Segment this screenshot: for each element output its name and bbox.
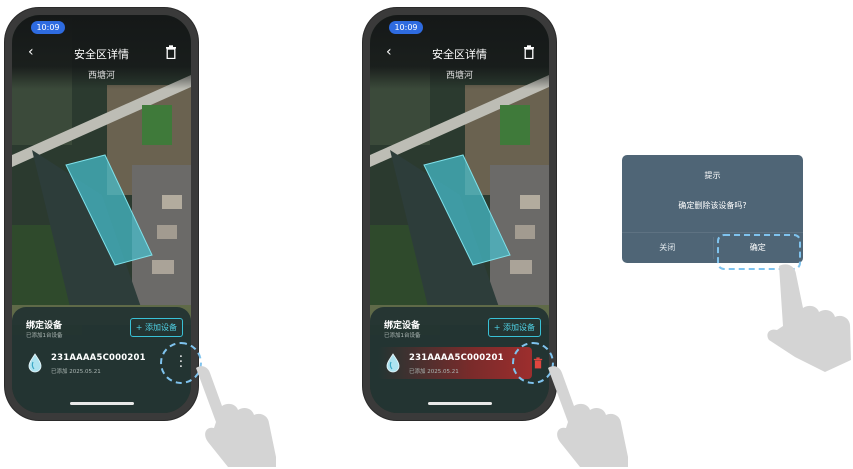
device-drop-icon [28, 353, 42, 373]
page-subtitle: 西塘河 [445, 71, 473, 81]
device-added-date: 已添加 2025.05.21 [409, 369, 459, 375]
status-time: 10:09 [31, 21, 65, 34]
devices-count: 已添加1台设备 [384, 333, 421, 339]
top-bar: 10:09 ‹ 安全区详情 西塘河 [370, 15, 549, 89]
home-indicator [427, 402, 492, 405]
dialog-cancel-button[interactable]: 关闭 [622, 233, 713, 263]
device-id: 231AAAA5C000201 [409, 353, 504, 363]
devices-title: 绑定设备 [26, 321, 63, 331]
trash-icon[interactable] [523, 45, 535, 59]
dialog-message: 确定删除该设备吗? [678, 201, 747, 210]
dialog-title: 提示 [704, 171, 721, 180]
device-added-date: 已添加 2025.05.21 [51, 369, 101, 375]
device-id: 231AAAA5C000201 [51, 353, 146, 363]
pointing-hand-icon [767, 264, 851, 372]
pointing-hand-icon [548, 366, 628, 467]
pointing-hand-icon [196, 366, 276, 467]
device-item[interactable]: 231AAAA5C000201 已添加 2025.05.21 [20, 347, 174, 379]
devices-count: 已添加1台设备 [26, 333, 63, 339]
top-bar: 10:09 ‹ 安全区详情 西塘河 [12, 15, 191, 89]
device-drop-icon [386, 353, 400, 373]
add-device-button[interactable]: + 添加设备 [487, 318, 541, 337]
add-device-button[interactable]: + 添加设备 [129, 318, 183, 337]
device-item-swiped[interactable]: 231AAAA5C000201 已添加 2025.05.21 [378, 347, 532, 379]
trash-icon[interactable] [165, 45, 177, 59]
status-time: 10:09 [389, 21, 423, 34]
home-indicator [69, 402, 134, 405]
devices-title: 绑定设备 [384, 321, 421, 331]
page-subtitle: 西塘河 [87, 71, 115, 81]
